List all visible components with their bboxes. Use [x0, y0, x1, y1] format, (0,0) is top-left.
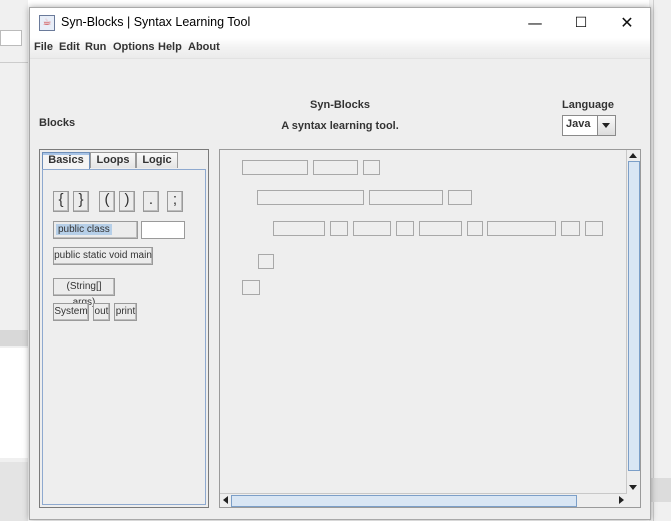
menu-run[interactable]: Run	[85, 41, 106, 53]
vertical-scroll-thumb[interactable]	[628, 161, 640, 471]
menu-options[interactable]: Options	[113, 41, 155, 53]
block-print[interactable]: print	[114, 303, 137, 321]
arrow-right-icon[interactable]	[619, 496, 624, 504]
arrow-up-icon[interactable]	[629, 153, 637, 158]
background-band	[649, 478, 671, 502]
language-label: Language	[562, 99, 614, 111]
menu-bar: File Edit Run Options Help About	[30, 38, 650, 59]
code-slot[interactable]	[363, 160, 380, 175]
chevron-down-icon[interactable]	[597, 116, 615, 135]
background-divider	[0, 62, 28, 73]
code-slot[interactable]	[561, 221, 580, 236]
code-editor[interactable]	[219, 149, 641, 508]
code-slot[interactable]	[258, 254, 274, 269]
code-slot[interactable]	[242, 280, 260, 295]
block-close-brace[interactable]: }	[73, 191, 89, 212]
app-subheading: A syntax learning tool.	[281, 120, 399, 132]
basics-panel: { } ( ) . ; public class public static v…	[42, 169, 206, 505]
background-footer	[0, 462, 28, 521]
block-system[interactable]: System	[53, 303, 89, 321]
app-heading: Syn-Blocks	[310, 99, 370, 111]
arrow-down-icon[interactable]	[629, 485, 637, 490]
background-window-right	[649, 0, 671, 521]
block-open-paren[interactable]: (	[99, 191, 115, 212]
title-bar[interactable]: ☕ Syn-Blocks | Syntax Learning Tool — ☐ …	[30, 8, 650, 38]
block-semicolon[interactable]: ;	[167, 191, 183, 212]
code-slot[interactable]	[330, 221, 348, 236]
class-name-input[interactable]	[141, 221, 185, 239]
minimize-button[interactable]: —	[512, 8, 558, 38]
block-public-class-label: public class	[56, 224, 112, 235]
vertical-scrollbar[interactable]	[626, 150, 640, 493]
horizontal-scroll-thumb[interactable]	[231, 495, 577, 507]
code-slot[interactable]	[467, 221, 483, 236]
code-slot[interactable]	[313, 160, 358, 175]
background-divider	[653, 0, 654, 521]
block-string-args[interactable]: (String[] args)	[53, 278, 115, 308]
tab-basics[interactable]: Basics	[42, 152, 90, 169]
block-public-class[interactable]: public class	[53, 221, 138, 239]
code-slot[interactable]	[396, 221, 414, 236]
java-cup-icon: ☕	[39, 15, 55, 31]
close-button[interactable]: ✕	[604, 8, 650, 38]
scroll-corner	[627, 494, 640, 507]
block-open-brace[interactable]: {	[53, 191, 69, 212]
tab-loops[interactable]: Loops	[90, 152, 136, 168]
code-slot[interactable]	[419, 221, 462, 236]
background-field	[0, 30, 22, 46]
horizontal-scrollbar[interactable]	[220, 493, 627, 507]
block-dot[interactable]: .	[143, 191, 159, 212]
code-slot[interactable]	[353, 221, 391, 236]
code-slot[interactable]	[273, 221, 325, 236]
menu-help[interactable]: Help	[158, 41, 182, 53]
menu-about[interactable]: About	[188, 41, 220, 53]
block-main-method[interactable]: public static void main	[53, 247, 153, 265]
block-close-paren[interactable]: )	[119, 191, 135, 212]
code-slot[interactable]	[448, 190, 472, 205]
maximize-button[interactable]: ☐	[558, 8, 604, 38]
background-window-left	[0, 0, 28, 521]
tab-logic[interactable]: Logic	[136, 152, 178, 168]
language-value: Java	[566, 118, 591, 130]
window-title: Syn-Blocks | Syntax Learning Tool	[61, 15, 251, 29]
arrow-left-icon[interactable]	[223, 496, 228, 504]
menu-edit[interactable]: Edit	[59, 41, 80, 53]
background-band	[0, 330, 28, 346]
code-slot[interactable]	[369, 190, 443, 205]
block-out[interactable]: out	[93, 303, 110, 321]
menu-file[interactable]: File	[34, 41, 53, 53]
code-slot[interactable]	[242, 160, 308, 175]
language-select[interactable]: Java	[562, 115, 616, 136]
background-panel	[0, 348, 28, 458]
block-palette: Basics Loops Logic { } ( ) . ; public cl…	[39, 149, 209, 508]
code-slot[interactable]	[585, 221, 603, 236]
app-window: ☕ Syn-Blocks | Syntax Learning Tool — ☐ …	[29, 7, 651, 520]
code-slot[interactable]	[487, 221, 556, 236]
code-slot[interactable]	[257, 190, 364, 205]
